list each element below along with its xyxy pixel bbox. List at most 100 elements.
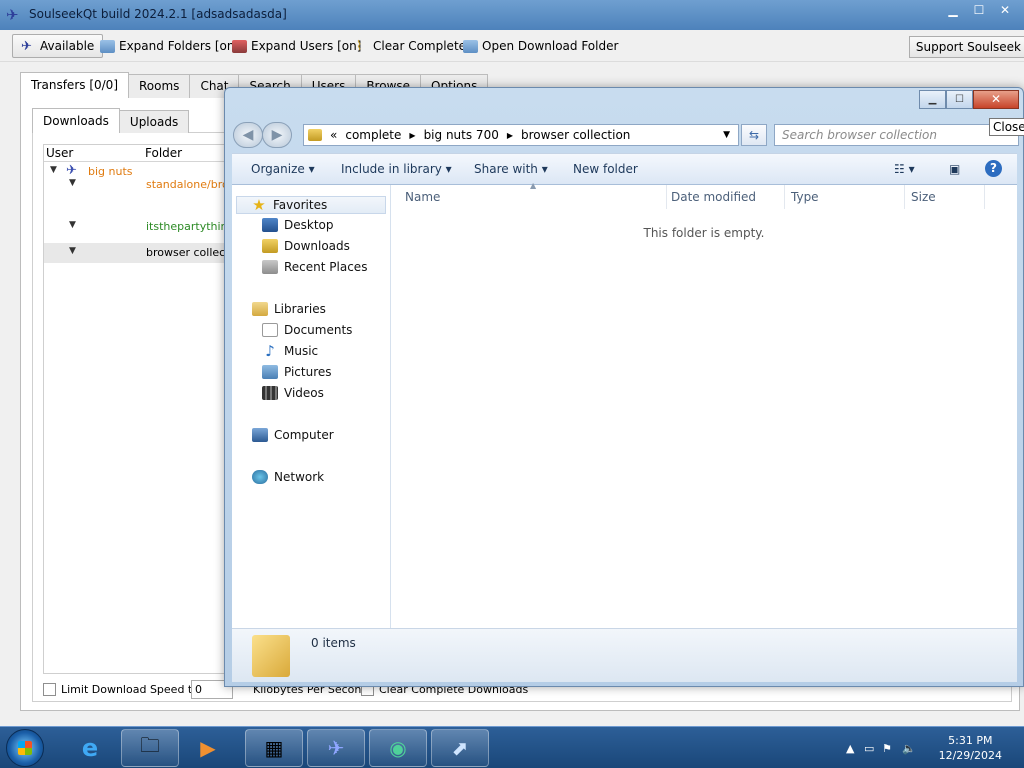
command-bar: Organize ▾ Include in library ▾ Share wi… xyxy=(232,153,1017,185)
control-panel-icon[interactable]: ▦ xyxy=(245,729,303,767)
navigation-pane: ★ Favorites Desktop Downloads Recent Pla… xyxy=(232,185,391,628)
folder-icon xyxy=(100,39,115,53)
action-center-icon[interactable]: ⚑ xyxy=(882,742,892,755)
network-status-icon[interactable]: ▭ xyxy=(864,742,874,755)
include-in-library-button[interactable]: Include in library ▾ xyxy=(341,162,452,176)
nav-favorites[interactable]: ★ Favorites xyxy=(236,196,386,214)
folder-name: itsthepartything xyxy=(146,220,235,233)
soulseek-taskbar-icon[interactable]: ✈ xyxy=(307,729,365,767)
volume-muted-icon[interactable]: 🔈 xyxy=(902,742,916,755)
column-size[interactable]: Size xyxy=(905,185,985,209)
file-list[interactable]: ▲ Name Date modified Type Size This fold… xyxy=(391,181,1017,628)
downloads-icon xyxy=(262,239,278,253)
address-bar[interactable]: « complete ▶ big nuts 700 ▶ browser coll… xyxy=(303,124,739,146)
clock[interactable]: 5:31 PM 12/29/2024 xyxy=(939,733,1002,763)
open-download-folder-button[interactable]: Open Download Folder xyxy=(463,34,618,58)
limit-speed-checkbox[interactable] xyxy=(43,683,56,696)
column-name[interactable]: Name xyxy=(399,185,667,209)
start-button[interactable] xyxy=(6,729,44,767)
breadcrumb-big-nuts[interactable]: big nuts 700 xyxy=(424,128,499,142)
system-tray: ▲ ▭ ⚑ 🔈 5:31 PM 12/29/2024 xyxy=(834,727,1024,768)
search-input[interactable]: Search browser collection xyxy=(774,124,1019,146)
close-button[interactable]: ✕ xyxy=(973,90,1019,109)
app-taskbar-icon[interactable]: ⬈ xyxy=(431,729,489,767)
expand-folders-button[interactable]: Expand Folders [on] xyxy=(100,34,239,58)
explorer-taskbar-icon[interactable]: 🗀 xyxy=(121,729,179,767)
chat-app-icon[interactable]: ◉ xyxy=(369,729,427,767)
subtab-uploads[interactable]: Uploads xyxy=(118,110,190,133)
nav-videos[interactable]: Videos xyxy=(262,384,324,402)
soulseek-titlebar[interactable]: ✈ SoulseekQt build 2024.2.1 [adsadsadasd… xyxy=(0,0,1024,30)
address-dropdown-icon[interactable]: ▼ xyxy=(723,130,730,140)
breadcrumb-overflow[interactable]: « xyxy=(330,128,337,142)
nav-pictures[interactable]: Pictures xyxy=(262,363,332,381)
collapse-arrow-icon[interactable]: ▼ xyxy=(69,220,76,230)
breadcrumb-separator-icon[interactable]: ▶ xyxy=(507,131,513,140)
maximize-icon[interactable]: ☐ xyxy=(968,2,990,18)
nav-downloads[interactable]: Downloads xyxy=(262,237,350,255)
users-icon xyxy=(232,39,247,53)
column-user[interactable]: User xyxy=(46,146,73,160)
breadcrumb-separator-icon[interactable]: ▶ xyxy=(409,131,415,140)
bird-icon: ✈ xyxy=(21,38,32,54)
nav-documents[interactable]: Documents xyxy=(262,321,352,339)
soulseek-bird-icon: ✈ xyxy=(6,6,19,24)
breadcrumb-browser-collection[interactable]: browser collection xyxy=(521,128,630,142)
close-tooltip: Close xyxy=(989,118,1024,136)
column-date-modified[interactable]: Date modified xyxy=(665,185,785,209)
explorer-window-controls: ▁ ☐ ✕ xyxy=(919,90,1019,109)
pictures-icon xyxy=(262,365,278,379)
maximize-icon[interactable]: ☐ xyxy=(946,90,973,109)
network-icon xyxy=(252,470,268,484)
nav-recent-places[interactable]: Recent Places xyxy=(262,258,367,276)
column-type[interactable]: Type xyxy=(785,185,905,209)
support-soulseek-button[interactable]: Support Soulseek xyxy=(908,36,1024,58)
nav-libraries[interactable]: Libraries xyxy=(252,300,326,318)
collapse-arrow-icon[interactable]: ▼ xyxy=(69,178,76,188)
explorer-window: ▁ ☐ ✕ ◀ ▶ « complete ▶ big nuts 700 ▶ br… xyxy=(224,87,1024,687)
item-count: 0 items xyxy=(311,636,356,650)
nav-computer[interactable]: Computer xyxy=(252,426,334,444)
folder-icon xyxy=(463,39,478,53)
help-icon[interactable]: ? xyxy=(985,160,1002,177)
folder-icon xyxy=(308,129,322,141)
collapse-arrow-icon[interactable]: ▼ xyxy=(50,165,57,175)
view-options-icon[interactable]: ☷ ▾ xyxy=(894,162,915,176)
expand-users-button[interactable]: Expand Users [on] xyxy=(232,34,361,58)
tab-rooms[interactable]: Rooms xyxy=(128,74,191,98)
documents-icon xyxy=(262,323,278,337)
preview-pane-icon[interactable]: ▣ xyxy=(949,162,960,176)
minimize-icon[interactable]: ▁ xyxy=(942,2,964,18)
nav-network[interactable]: Network xyxy=(252,468,324,486)
available-button[interactable]: ✈ Available xyxy=(12,34,104,58)
collapse-arrow-icon[interactable]: ▼ xyxy=(69,246,76,256)
star-icon: ★ xyxy=(252,196,266,214)
breadcrumb-complete[interactable]: complete xyxy=(345,128,401,142)
media-player-icon[interactable]: ▶ xyxy=(183,729,233,767)
clock-date: 12/29/2024 xyxy=(938,749,1002,762)
show-hidden-icons-icon[interactable]: ▲ xyxy=(846,742,854,755)
refresh-icon[interactable]: ⇆ xyxy=(741,124,767,146)
organize-button[interactable]: Organize ▾ xyxy=(251,162,315,176)
recent-places-icon xyxy=(262,260,278,274)
videos-icon xyxy=(262,386,278,400)
desktop-icon xyxy=(262,218,278,232)
internet-explorer-icon[interactable]: e xyxy=(70,729,110,767)
clock-time: 5:31 PM xyxy=(948,734,993,747)
clear-complete-button[interactable]: ⌇ Clear Complete xyxy=(356,34,466,58)
limit-speed-label: Limit Download Speed to xyxy=(61,683,199,696)
nav-desktop[interactable]: Desktop xyxy=(262,216,334,234)
computer-icon xyxy=(252,428,268,442)
subtab-downloads[interactable]: Downloads xyxy=(32,108,120,133)
nav-music[interactable]: ♪ Music xyxy=(262,342,318,360)
forward-button[interactable]: ▶ xyxy=(262,122,292,148)
close-icon[interactable]: ✕ xyxy=(994,2,1016,18)
tab-transfers[interactable]: Transfers [0/0] xyxy=(20,72,129,98)
minimize-icon[interactable]: ▁ xyxy=(919,90,946,109)
back-button[interactable]: ◀ xyxy=(233,122,263,148)
column-folder[interactable]: Folder xyxy=(145,146,182,160)
empty-folder-message: This folder is empty. xyxy=(643,226,765,240)
share-with-button[interactable]: Share with ▾ xyxy=(474,162,548,176)
new-folder-button[interactable]: New folder xyxy=(573,162,638,176)
soulseek-title: SoulseekQt build 2024.2.1 [adsadsadasda] xyxy=(29,7,287,21)
